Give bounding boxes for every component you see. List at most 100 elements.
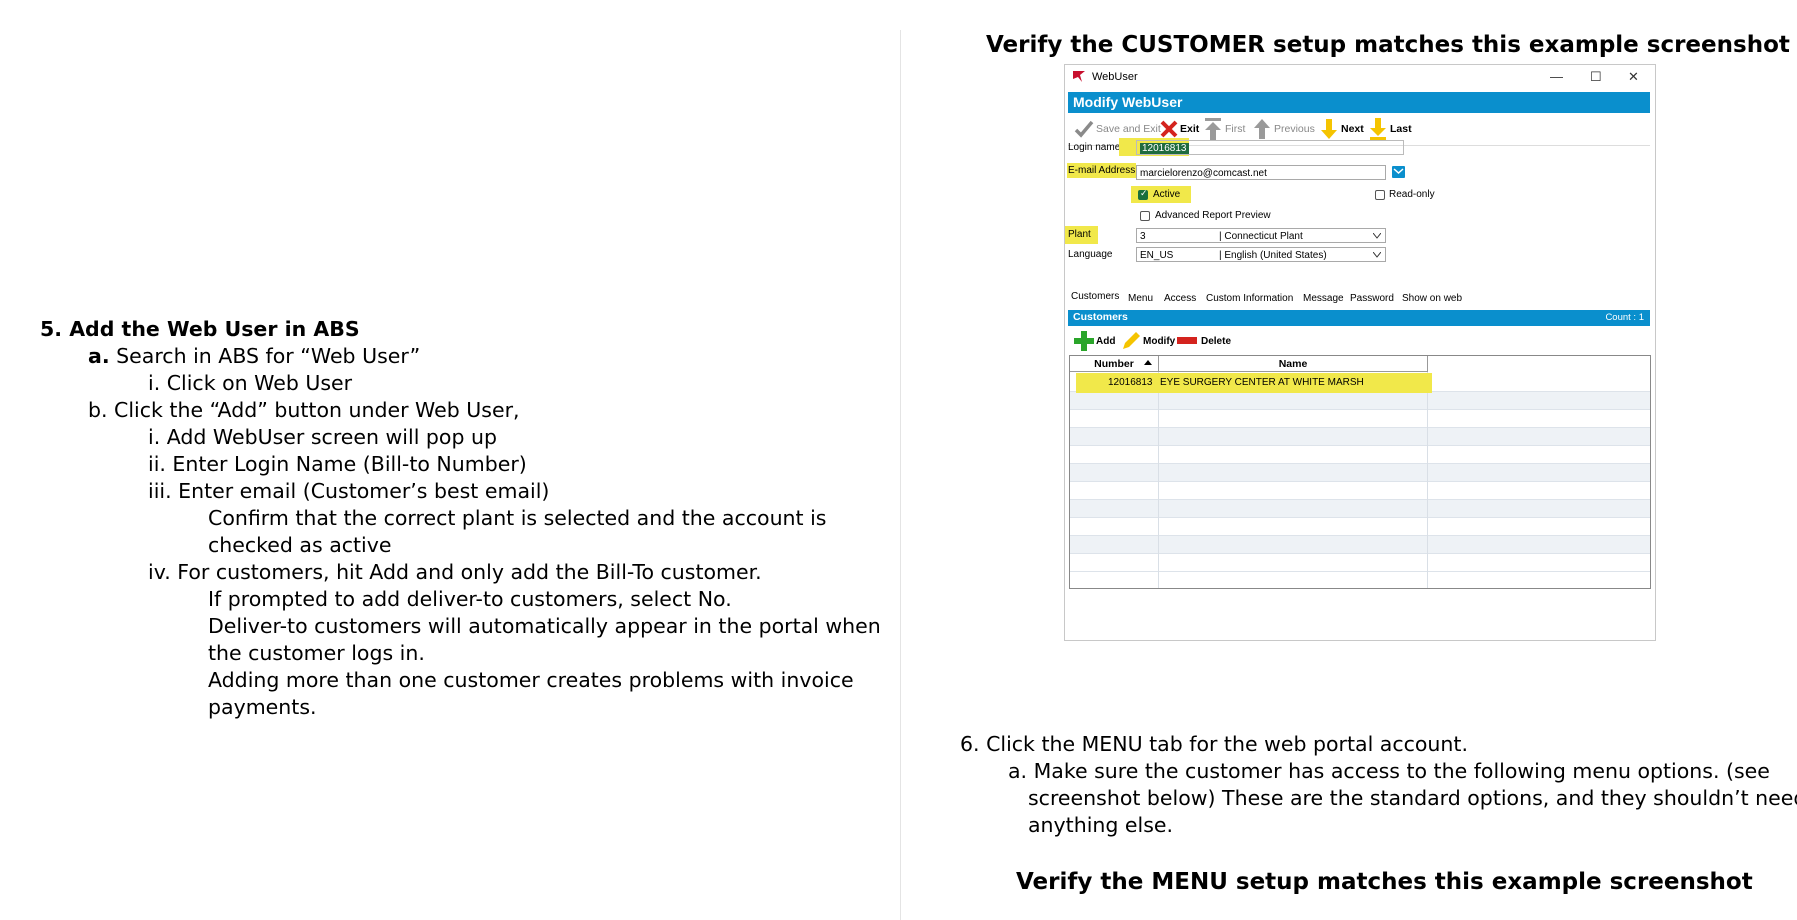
tab-customers[interactable]: Customers	[1071, 291, 1119, 302]
add-plus-icon	[1074, 331, 1094, 351]
step-5a: a. Search in ABS for “Web User”	[40, 343, 881, 370]
step-5b-iv-note-1: If prompted to add deliver-to customers,…	[208, 587, 732, 611]
login-name-value: 12016813	[1140, 143, 1189, 154]
chevron-down-icon	[1373, 252, 1381, 258]
step-6a-line-1: a. Make sure the customer has access to …	[1008, 759, 1770, 783]
last-arrow-icon	[1370, 118, 1386, 140]
form-header-title: Modify WebUser	[1073, 94, 1183, 110]
tab-custom-information[interactable]: Custom Information	[1206, 293, 1293, 304]
step-5b-iii-note-2: checked as active	[208, 533, 392, 557]
column-divider	[900, 30, 901, 920]
add-customer-button[interactable]: Add	[1096, 336, 1115, 347]
next-arrow-icon	[1321, 119, 1337, 139]
tab-message[interactable]: Message	[1303, 293, 1344, 304]
checkmark-icon	[1074, 120, 1094, 138]
save-and-exit-button[interactable]: Save and Exit	[1096, 123, 1161, 135]
tab-menu[interactable]: Menu	[1128, 293, 1153, 304]
read-only-label: Read-only	[1389, 189, 1435, 200]
advanced-report-preview-checkbox[interactable]	[1140, 211, 1150, 221]
table-row	[1070, 554, 1650, 572]
form-header: Modify WebUser	[1068, 92, 1650, 113]
sort-ascending-icon	[1144, 360, 1152, 365]
step-5b-iii: iii. Enter email (Customer’s best email)	[148, 479, 550, 503]
step-5b: b. Click the “Add” button under Web User…	[88, 398, 520, 422]
first-arrow-icon	[1205, 118, 1221, 140]
customers-grid: Number Name 12016813 EYE SURGERY CENTER …	[1069, 355, 1651, 589]
email-send-icon[interactable]	[1392, 166, 1405, 178]
plant-code: 3	[1140, 231, 1146, 242]
login-name-input[interactable]: 12016813	[1136, 140, 1404, 155]
plant-select[interactable]: 3 | Connecticut Plant	[1136, 228, 1386, 243]
step-6-instructions: 6. Click the MENU tab for the web portal…	[960, 731, 1797, 839]
customers-section-bar: Customers Count : 1	[1068, 310, 1650, 326]
step-5b-iv-note-3: the customer logs in.	[208, 641, 425, 665]
table-row	[1070, 482, 1650, 500]
close-icon[interactable]: ✕	[1628, 69, 1639, 85]
step-5b-i: i. Add WebUser screen will pop up	[148, 425, 497, 449]
step-5-title: 5. Add the Web User in ABS	[40, 317, 360, 341]
column-header-number[interactable]: Number	[1070, 356, 1159, 372]
language-select[interactable]: EN_US | English (United States)	[1136, 247, 1386, 262]
row-customer-number: 12016813	[1108, 377, 1153, 388]
email-address-input[interactable]: marcielorenzo@comcast.net	[1136, 165, 1386, 180]
language-name: | English (United States)	[1219, 250, 1327, 261]
maximize-icon[interactable]: ☐	[1590, 69, 1602, 85]
step-6-title: 6. Click the MENU tab for the web portal…	[960, 732, 1468, 756]
login-name-label: Login name	[1068, 142, 1121, 153]
read-only-checkbox[interactable]	[1375, 190, 1385, 200]
exit-button[interactable]: Exit	[1180, 123, 1199, 135]
delete-minus-icon	[1177, 337, 1197, 344]
webuser-window-screenshot: WebUser — ☐ ✕ Modify WebUser Save and Ex…	[1064, 64, 1656, 641]
first-button[interactable]: First	[1225, 123, 1245, 135]
step-5a-prefix: a.	[88, 344, 110, 368]
menu-setup-heading: Verify the MENU setup matches this examp…	[1016, 869, 1753, 895]
table-row	[1070, 446, 1650, 464]
table-row	[1070, 536, 1650, 554]
grid-column-line	[1427, 372, 1428, 588]
window-title: WebUser	[1092, 71, 1138, 83]
active-checkbox[interactable]	[1138, 188, 1148, 200]
column-header-name[interactable]: Name	[1159, 356, 1428, 372]
step-5b-iv-note-4: Adding more than one customer creates pr…	[208, 668, 854, 692]
modify-pencil-icon	[1123, 332, 1140, 349]
table-row	[1070, 410, 1650, 428]
step-5b-iv-note-2: Deliver-to customers will automatically …	[208, 614, 881, 638]
language-code: EN_US	[1140, 250, 1174, 261]
delete-customer-button[interactable]: Delete	[1201, 336, 1231, 347]
chevron-down-icon	[1373, 233, 1381, 239]
previous-button[interactable]: Previous	[1274, 123, 1315, 135]
plant-name: | Connecticut Plant	[1219, 231, 1303, 242]
step-5a-text: Search in ABS for “Web User”	[109, 344, 421, 368]
step-5a-i: i. Click on Web User	[148, 371, 353, 395]
step-5b-iv: iv. For customers, hit Add and only add …	[148, 560, 762, 584]
active-label: Active	[1153, 189, 1181, 200]
customer-setup-heading: Verify the CUSTOMER setup matches this e…	[986, 32, 1790, 58]
app-logo-icon	[1073, 71, 1085, 82]
table-row	[1070, 428, 1650, 446]
language-label: Language	[1068, 249, 1113, 260]
plant-label: Plant	[1068, 229, 1091, 240]
previous-arrow-icon	[1254, 119, 1270, 139]
customers-count: Count : 1	[1605, 312, 1644, 323]
modify-customer-button[interactable]: Modify	[1143, 336, 1175, 347]
row-customer-name: EYE SURGERY CENTER AT WHITE MARSH	[1160, 377, 1364, 388]
advanced-report-preview-label: Advanced Report Preview	[1155, 210, 1271, 221]
step-5-instructions: 5. Add the Web User in ABS a. Search in …	[40, 316, 881, 721]
tab-access[interactable]: Access	[1164, 293, 1196, 304]
step-5b-iii-note-1: Confirm that the correct plant is select…	[208, 506, 827, 530]
step-6a-line-2: screenshot below) These are the standard…	[1028, 786, 1797, 810]
minimize-icon[interactable]: —	[1550, 69, 1563, 84]
grid-column-line	[1158, 372, 1159, 588]
last-button[interactable]: Last	[1390, 123, 1412, 135]
tab-password[interactable]: Password	[1350, 293, 1394, 304]
email-address-label: E-mail Address	[1067, 163, 1137, 178]
step-5b-iv-note-5: payments.	[208, 695, 317, 719]
exit-x-icon	[1160, 120, 1178, 138]
step-5b-ii: ii. Enter Login Name (Bill-to Number)	[148, 452, 527, 476]
tab-show-on-web[interactable]: Show on web	[1402, 293, 1462, 304]
window-titlebar: WebUser — ☐ ✕	[1065, 65, 1655, 89]
table-row	[1070, 500, 1650, 518]
next-button[interactable]: Next	[1341, 123, 1364, 135]
table-row	[1070, 392, 1650, 410]
customers-section-title: Customers	[1073, 311, 1128, 323]
